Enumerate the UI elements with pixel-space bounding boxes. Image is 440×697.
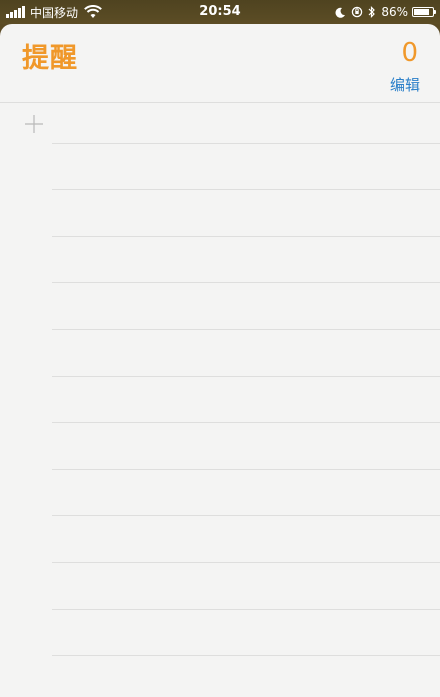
orientation-lock-icon bbox=[351, 6, 363, 18]
list-line bbox=[52, 143, 440, 144]
plus-icon bbox=[25, 115, 43, 133]
list-line bbox=[52, 609, 440, 610]
battery-fill bbox=[414, 9, 429, 15]
list-line bbox=[52, 422, 440, 423]
moon-icon bbox=[335, 7, 346, 18]
status-right: 86% bbox=[335, 4, 436, 20]
list-line bbox=[52, 655, 440, 656]
reminder-count: 0 bbox=[401, 38, 418, 68]
page-title: 提醒 bbox=[22, 43, 78, 74]
list-line bbox=[52, 562, 440, 563]
list-line bbox=[52, 282, 440, 283]
list-line bbox=[52, 236, 440, 237]
reminders-card: 提醒 0 编辑 bbox=[0, 24, 440, 697]
add-reminder-button[interactable] bbox=[22, 112, 46, 136]
list-line bbox=[52, 329, 440, 330]
battery-icon bbox=[412, 7, 436, 17]
list-line bbox=[52, 189, 440, 190]
list-line bbox=[52, 515, 440, 516]
list-line bbox=[52, 376, 440, 377]
divider bbox=[0, 102, 440, 103]
bluetooth-icon bbox=[368, 6, 376, 18]
list-line bbox=[52, 469, 440, 470]
edit-button[interactable]: 编辑 bbox=[390, 74, 420, 95]
battery-percent: 86% bbox=[381, 5, 408, 19]
status-bar: 中国移动 20:54 86% bbox=[0, 0, 440, 24]
